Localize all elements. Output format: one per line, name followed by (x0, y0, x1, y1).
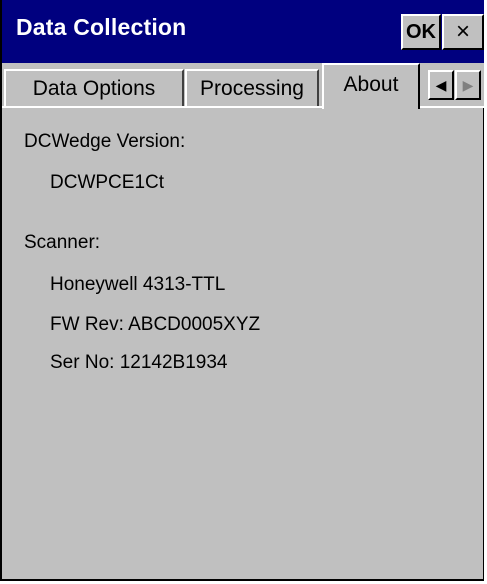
close-icon: × (455, 18, 470, 45)
scanner-model: Honeywell 4313-TTL (50, 274, 226, 295)
tab-about[interactable]: About (322, 63, 420, 109)
arrow-right-icon: ▶ (462, 76, 474, 93)
version-label: DCWedge Version: (24, 131, 186, 152)
scanner-label: Scanner: (24, 232, 101, 253)
tab-scroll-right-button[interactable]: ▶ (455, 70, 481, 100)
ok-button[interactable]: OK (401, 14, 441, 50)
tab-scroll-arrows: ◀ ▶ (428, 70, 484, 100)
close-button[interactable]: × (442, 14, 484, 50)
version-value: DCWPCE1Ct (50, 172, 165, 193)
about-panel: DCWedge Version: DCWPCE1Ct Scanner: Hone… (2, 106, 484, 579)
data-collection-window: Data Collection OK × Data Options Proces… (0, 0, 484, 581)
tab-processing[interactable]: Processing (185, 69, 319, 107)
title-bar: Data Collection OK × (2, 0, 484, 63)
tab-scroll-left-button[interactable]: ◀ (428, 70, 454, 100)
firmware-revision: FW Rev: ABCD0005XYZ (50, 314, 261, 335)
tab-strip: Data Options Processing About ◀ ▶ (2, 63, 484, 109)
serial-number: Ser No: 12142B1934 (50, 352, 228, 373)
arrow-left-icon: ◀ (435, 76, 447, 93)
tab-data-options[interactable]: Data Options (4, 69, 184, 107)
window-title: Data Collection (16, 14, 187, 40)
